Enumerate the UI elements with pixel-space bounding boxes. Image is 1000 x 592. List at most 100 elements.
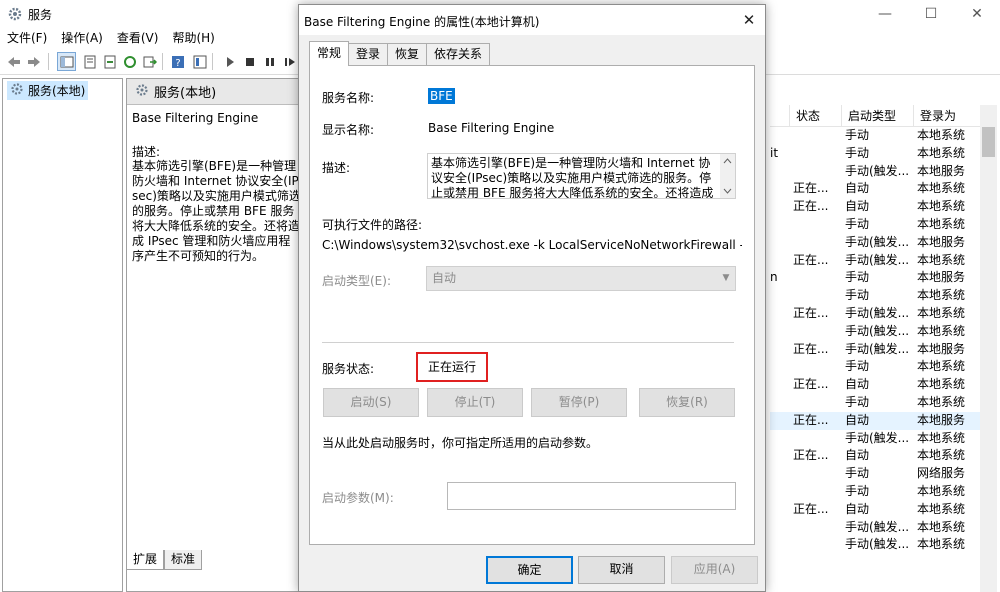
service-name-value[interactable]: BFE bbox=[428, 88, 455, 104]
menu-action[interactable]: 操作(A) bbox=[54, 28, 110, 48]
menu-view[interactable]: 查看(V) bbox=[110, 28, 166, 48]
selected-service-name: Base Filtering Engine bbox=[132, 111, 259, 125]
pause-icon[interactable] bbox=[260, 52, 279, 71]
row-logon-as: 本地系统 bbox=[917, 145, 966, 160]
row-name-fragment bbox=[770, 305, 790, 323]
minimize-button[interactable]: — bbox=[862, 0, 908, 28]
row-name-fragment bbox=[770, 501, 790, 519]
column-logon-as[interactable]: 登录为 bbox=[914, 105, 982, 127]
row-name-fragment bbox=[770, 216, 790, 234]
display-name-value[interactable]: Base Filtering Engine bbox=[428, 121, 554, 135]
row-status bbox=[790, 465, 842, 483]
table-row[interactable]: 正在... 手动(触发... 本地服务 bbox=[770, 341, 982, 359]
export-icon[interactable] bbox=[140, 52, 159, 71]
stop-icon[interactable] bbox=[240, 52, 259, 71]
svg-text:?: ? bbox=[175, 58, 180, 69]
maximize-button[interactable]: ☐ bbox=[908, 0, 954, 28]
start-button[interactable]: 启动(S) bbox=[323, 388, 419, 417]
row-status bbox=[790, 519, 842, 537]
row-name-fragment bbox=[770, 127, 790, 145]
table-row[interactable]: 手动 本地系统 bbox=[770, 216, 982, 234]
table-row[interactable]: 手动 本地系统 bbox=[770, 394, 982, 412]
row-name-fragment bbox=[770, 465, 790, 483]
close-button[interactable]: ✕ bbox=[954, 0, 1000, 28]
start-params-input[interactable] bbox=[447, 482, 736, 510]
menu-help[interactable]: 帮助(H) bbox=[165, 28, 221, 48]
row-name-fragment bbox=[770, 412, 790, 430]
export-list-icon[interactable] bbox=[100, 52, 119, 71]
tab-standard[interactable]: 标准 bbox=[164, 550, 203, 570]
table-row[interactable]: 正在... 手动(触发... 本地系统 bbox=[770, 305, 982, 323]
row-startup-type: 手动(触发... bbox=[845, 341, 910, 356]
row-startup-type: 手动(触发... bbox=[845, 234, 910, 249]
view-icon[interactable] bbox=[190, 52, 209, 71]
properties-icon[interactable] bbox=[80, 52, 99, 71]
back-icon[interactable] bbox=[4, 52, 23, 71]
refresh-icon[interactable] bbox=[120, 52, 139, 71]
table-row[interactable]: 正在... 手动(触发... 本地系统 bbox=[770, 252, 982, 270]
table-row[interactable]: 手动(触发... 本地系统 bbox=[770, 536, 982, 554]
table-row[interactable]: 手动 网络服务 bbox=[770, 465, 982, 483]
tab-logon[interactable]: 登录 bbox=[348, 43, 389, 65]
column-startup-type[interactable]: 启动类型 bbox=[842, 105, 914, 127]
row-startup-type: 手动 bbox=[845, 128, 870, 142]
description-textbox[interactable]: 基本筛选引擎(BFE)是一种管理防火墙和 Internet 协议安全(IPsec… bbox=[427, 153, 736, 199]
table-row[interactable]: 手动(触发... 本地系统 bbox=[770, 430, 982, 448]
table-row[interactable]: 手动(触发... 本地服务 bbox=[770, 234, 982, 252]
row-startup-type: 手动 bbox=[845, 145, 870, 160]
restart-icon[interactable] bbox=[280, 52, 299, 71]
table-row[interactable]: 手动(触发... 本地系统 bbox=[770, 519, 982, 537]
startup-type-select[interactable]: 自动 ▼ bbox=[426, 266, 736, 291]
table-row[interactable]: it 手动 本地系统 bbox=[770, 145, 982, 163]
panel-header-label: 服务(本地) bbox=[154, 86, 217, 101]
vertical-scrollbar[interactable] bbox=[980, 105, 997, 592]
description-scrollbar[interactable] bbox=[720, 154, 735, 198]
tab-dependencies[interactable]: 依存关系 bbox=[426, 43, 491, 65]
tab-general[interactable]: 常规 bbox=[309, 41, 350, 66]
row-logon-as: 本地系统 bbox=[917, 448, 966, 463]
start-icon[interactable] bbox=[220, 52, 239, 71]
tree-item-services-local[interactable]: 服务(本地) bbox=[7, 81, 89, 100]
tab-recovery[interactable]: 恢复 bbox=[387, 43, 428, 65]
row-startup-type: 自动 bbox=[845, 377, 870, 392]
row-status bbox=[790, 358, 842, 376]
table-row[interactable]: 手动(触发... 本地服务 bbox=[770, 163, 982, 181]
ok-button[interactable]: 确定 bbox=[486, 556, 573, 584]
chevron-down-icon: ▼ bbox=[722, 273, 730, 283]
table-row[interactable]: 正在... 自动 本地系统 bbox=[770, 376, 982, 394]
row-status: 正在... bbox=[793, 377, 829, 392]
table-row[interactable]: 手动 本地系统 bbox=[770, 127, 982, 145]
help-icon[interactable]: ? bbox=[168, 52, 187, 71]
table-row[interactable]: 手动 本地系统 bbox=[770, 483, 982, 501]
row-name-fragment bbox=[770, 180, 790, 198]
resume-button[interactable]: 恢复(R) bbox=[639, 388, 735, 417]
menu-file[interactable]: 文件(F) bbox=[0, 28, 54, 48]
table-row[interactable]: 正在... 自动 本地服务 bbox=[770, 411, 982, 430]
dialog-close-button[interactable]: ✕ bbox=[737, 9, 761, 31]
forward-icon[interactable] bbox=[24, 52, 43, 71]
scrollbar-thumb[interactable] bbox=[982, 127, 995, 157]
table-row[interactable]: n 手动 本地服务 bbox=[770, 269, 982, 287]
table-row[interactable]: 手动 本地系统 bbox=[770, 287, 982, 305]
table-row[interactable]: 手动(触发... 本地系统 bbox=[770, 323, 982, 341]
table-row[interactable]: 手动 本地系统 bbox=[770, 358, 982, 376]
row-status: 正在... bbox=[793, 305, 829, 320]
stop-button[interactable]: 停止(T) bbox=[427, 388, 523, 417]
tab-extended[interactable]: 扩展 bbox=[126, 550, 165, 570]
table-row[interactable]: 正在... 自动 本地系统 bbox=[770, 501, 982, 519]
row-status bbox=[790, 127, 842, 145]
pause-button[interactable]: 暂停(P) bbox=[531, 388, 627, 417]
row-startup-type: 自动 bbox=[845, 501, 870, 516]
row-startup-type: 自动 bbox=[845, 448, 870, 463]
services-list: 状态 启动类型 登录为 手动 本地系统 it 手动 本地系统 手动(触发... 本地服务 正在… bbox=[770, 105, 1000, 592]
table-row[interactable]: 正在... 自动 本地系统 bbox=[770, 198, 982, 216]
console-tree-icon[interactable] bbox=[57, 52, 76, 71]
row-name-fragment bbox=[770, 252, 790, 270]
table-row[interactable]: 正在... 自动 本地系统 bbox=[770, 180, 982, 198]
column-status[interactable]: 状态 bbox=[790, 105, 842, 127]
cancel-button[interactable]: 取消 bbox=[578, 556, 665, 584]
table-row[interactable]: 正在... 自动 本地系统 bbox=[770, 447, 982, 465]
row-logon-as: 本地系统 bbox=[917, 377, 966, 392]
apply-button[interactable]: 应用(A) bbox=[671, 556, 758, 584]
exe-path-value[interactable]: C:\Windows\system32\svchost.exe -k Local… bbox=[322, 238, 742, 252]
